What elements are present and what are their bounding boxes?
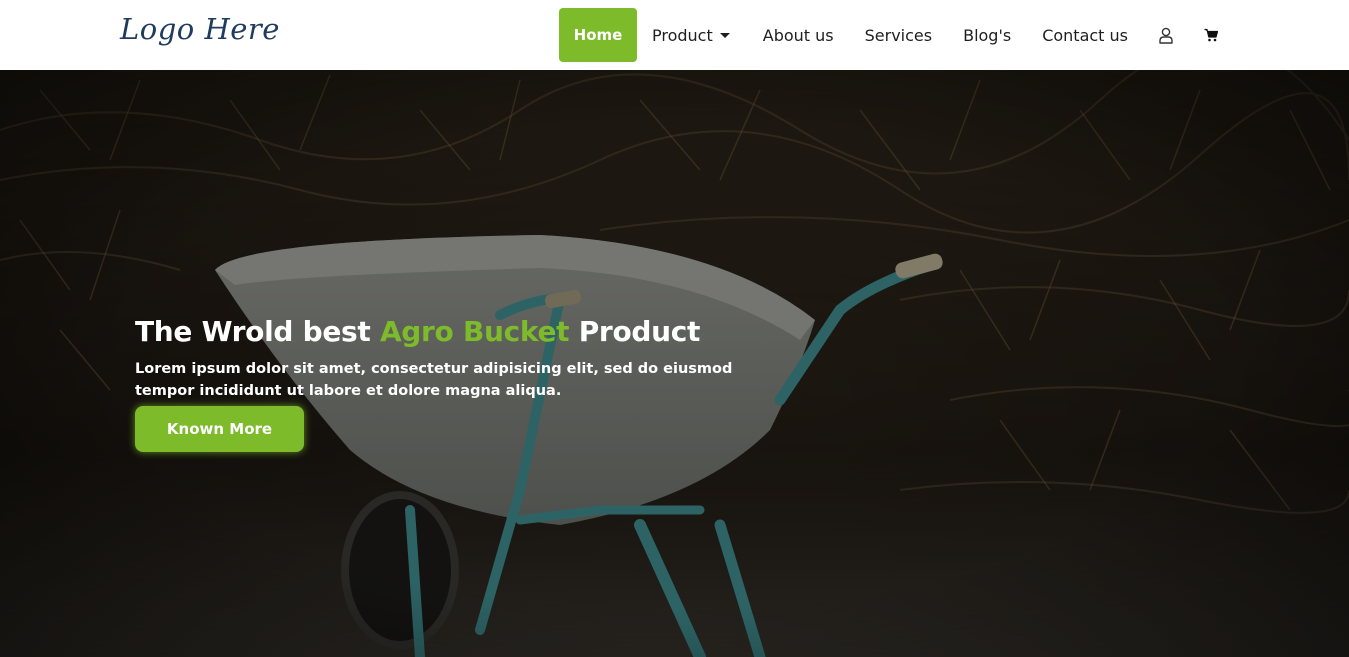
nav-item-product-label: Product — [652, 25, 713, 45]
nav-item-contact-label: Contact us — [1042, 25, 1129, 45]
site-logo[interactable]: Logo Here — [120, 12, 280, 46]
nav-item-home-label: Home — [573, 26, 623, 44]
hero-title: The Wrold best Agro Bucket Product — [135, 315, 775, 348]
navbar: Logo Here Home Product About us Services… — [0, 0, 1349, 70]
hero-description: Lorem ipsum dolor sit amet, consectetur … — [135, 361, 733, 399]
hero-title-accent: Agro Bucket — [379, 315, 570, 348]
nav-item-blogs-label: Blog's — [963, 25, 1012, 45]
known-more-button[interactable]: Known More — [135, 406, 304, 452]
user-icon[interactable] — [1155, 8, 1177, 62]
chevron-down-icon — [719, 33, 730, 38]
nav-item-home[interactable]: Home — [559, 8, 637, 62]
nav-item-services[interactable]: Services — [865, 8, 932, 62]
nav-item-about-label: About us — [762, 25, 834, 45]
nav-item-about[interactable]: About us — [763, 8, 834, 62]
nav-item-contact[interactable]: Contact us — [1042, 8, 1128, 62]
nav-item-services-label: Services — [864, 25, 933, 45]
hero-title-start: The Wrold best — [135, 315, 380, 348]
hero-content: The Wrold best Agro Bucket Product Lorem… — [135, 315, 775, 452]
nav-item-product[interactable]: Product — [652, 8, 730, 62]
hero-section: The Wrold best Agro Bucket Product Lorem… — [0, 70, 1349, 657]
nav-item-blogs[interactable]: Blog's — [963, 8, 1011, 62]
nav-menu: Home Product About us Services Blog's Co… — [559, 8, 1222, 62]
cart-icon[interactable] — [1200, 8, 1222, 62]
hero-title-end: Product — [569, 315, 701, 348]
